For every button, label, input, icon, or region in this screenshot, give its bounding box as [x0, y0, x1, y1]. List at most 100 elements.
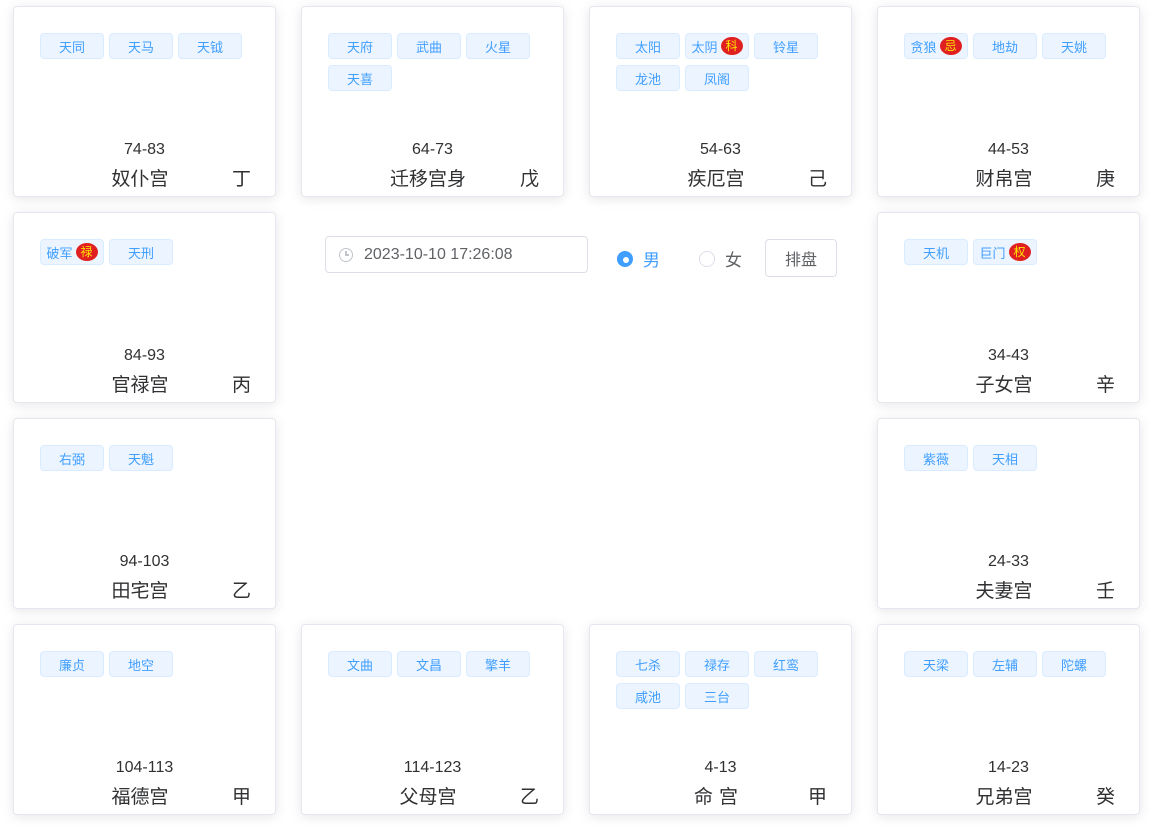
star-name: 天机 [922, 246, 949, 262]
age-range: 94-103 [119, 553, 170, 570]
star-name: 太阴 [691, 40, 718, 56]
star-name: 左辅 [991, 658, 1018, 674]
star-tag: 太阴科 [685, 33, 749, 59]
gender-female-label: 女 [725, 251, 742, 271]
star-tag: 咸池 [616, 683, 680, 709]
palace-name: 夫妻宫 [975, 580, 1033, 602]
star-list: 文曲 文昌 擎羊 [328, 651, 550, 677]
radio-dot-icon [699, 250, 715, 267]
arrange-chart-button[interactable]: 排盘 [765, 239, 837, 277]
star-list: 天同 天马 天钺 [40, 33, 262, 59]
star-name: 天姚 [1060, 40, 1087, 56]
age-range: 64-73 [412, 141, 453, 158]
star-name: 擎羊 [484, 658, 511, 674]
star-name: 右弼 [58, 452, 85, 468]
star-list: 七杀 禄存 红鸾咸池 三台 [616, 651, 838, 709]
star-tag: 右弼 [40, 445, 104, 471]
age-range: 44-53 [988, 141, 1029, 158]
heavenly-stem: 壬 [1095, 580, 1115, 602]
star-tag: 天同 [40, 33, 104, 59]
star-name: 巨门 [979, 246, 1006, 262]
heavenly-stem: 己 [807, 168, 827, 190]
star-list: 天机 巨门权 [904, 239, 1126, 265]
star-name: 太阳 [634, 40, 661, 56]
palace-cell: 右弼 天魁 94-103 田宅宫 乙 [13, 418, 276, 609]
star-name: 龙池 [634, 72, 661, 88]
palace-name: 兄弟宫 [975, 786, 1033, 808]
star-tag: 巨门权 [973, 239, 1037, 265]
star-tag: 七杀 [616, 651, 680, 677]
age-range: 4-13 [704, 759, 737, 776]
star-tag: 天钺 [178, 33, 242, 59]
star-tag: 破军禄 [40, 239, 104, 265]
star-name: 天相 [991, 452, 1018, 468]
star-name: 天喜 [346, 72, 373, 88]
palace-name: 官禄宫 [111, 374, 169, 396]
datetime-picker[interactable]: 2023-10-10 17:26:08 [325, 236, 588, 273]
palace-cell: 天同 天马 天钺 74-83 奴仆宫 丁 [13, 6, 276, 197]
star-name: 文昌 [415, 658, 442, 674]
star-name: 天同 [58, 40, 85, 56]
heavenly-stem: 乙 [231, 580, 251, 602]
heavenly-stem: 乙 [519, 786, 539, 808]
star-list: 天府 武曲 火星天喜 [328, 33, 550, 91]
palace-name: 田宅宫 [111, 580, 169, 602]
star-tag: 红鸾 [754, 651, 818, 677]
palace-cell: 文曲 文昌 擎羊 114-123 父母宫 乙 [301, 624, 564, 815]
star-tag: 龙池 [616, 65, 680, 91]
star-tag: 文昌 [397, 651, 461, 677]
star-tag: 武曲 [397, 33, 461, 59]
star-name: 天梁 [922, 658, 949, 674]
star-tag: 天喜 [328, 65, 392, 91]
gender-radio-female[interactable]: 女 [699, 246, 742, 271]
star-tag: 贪狼忌 [904, 33, 968, 59]
star-tag: 廉贞 [40, 651, 104, 677]
star-tag: 天姚 [1042, 33, 1106, 59]
star-tag: 天相 [973, 445, 1037, 471]
star-name: 七杀 [634, 658, 661, 674]
star-name: 廉贞 [58, 658, 85, 674]
palace-cell: 天府 武曲 火星 天喜 64-73 迁移宫身 戊 [301, 6, 564, 197]
age-range: 104-113 [115, 759, 174, 776]
star-tag: 左辅 [973, 651, 1037, 677]
star-list: 廉贞 地空 [40, 651, 262, 677]
age-range: 54-63 [700, 141, 741, 158]
star-list: 太阳 太阴科 铃星 龙池 凤阁 [616, 33, 838, 91]
star-tag: 太阳 [616, 33, 680, 59]
palace-cell: 天梁 左辅 陀螺 14-23 兄弟宫 癸 [877, 624, 1140, 815]
star-tag: 文曲 [328, 651, 392, 677]
star-name: 火星 [484, 40, 511, 56]
gender-male-label: 男 [643, 251, 660, 271]
palace-cell: 紫薇 天相 24-33 夫妻宫 壬 [877, 418, 1140, 609]
star-name: 破军 [46, 246, 73, 262]
star-name: 三台 [703, 690, 730, 706]
palace-name: 迁移宫身 [389, 168, 466, 190]
age-range: 34-43 [988, 347, 1029, 364]
palace-name: 子女宫 [975, 374, 1033, 396]
transform-mark: 忌 [939, 37, 962, 55]
star-name: 陀螺 [1060, 658, 1087, 674]
heavenly-stem: 甲 [807, 786, 827, 808]
palace-cell: 贪狼忌 地劫 天姚 44-53 财帛宫 庚 [877, 6, 1140, 197]
star-tag: 地空 [109, 651, 173, 677]
star-name: 地劫 [991, 40, 1018, 56]
star-tag: 天府 [328, 33, 392, 59]
star-name: 天魁 [127, 452, 154, 468]
age-range: 74-83 [124, 141, 165, 158]
palace-cell: 太阳 太阴科 铃星 龙池 凤阁 54-63 疾厄宫 己 [589, 6, 852, 197]
palace-name: 命 宫 [693, 786, 739, 808]
palace-name: 奴仆宫 [111, 168, 169, 190]
star-tag: 紫薇 [904, 445, 968, 471]
star-list: 贪狼忌 地劫 天姚 [904, 33, 1126, 59]
star-list: 天梁 左辅 陀螺 [904, 651, 1126, 677]
star-tag: 擎羊 [466, 651, 530, 677]
heavenly-stem: 丁 [231, 168, 251, 190]
clock-icon [339, 247, 353, 262]
palace-name: 财帛宫 [975, 168, 1033, 190]
transform-mark: 权 [1008, 243, 1031, 261]
gender-radio-male[interactable]: 男 [617, 246, 660, 271]
star-name: 禄存 [703, 658, 730, 674]
star-tag: 火星 [466, 33, 530, 59]
palace-name: 福德宫 [111, 786, 169, 808]
palace-cell: 天机 巨门权 34-43 子女宫 辛 [877, 212, 1140, 403]
